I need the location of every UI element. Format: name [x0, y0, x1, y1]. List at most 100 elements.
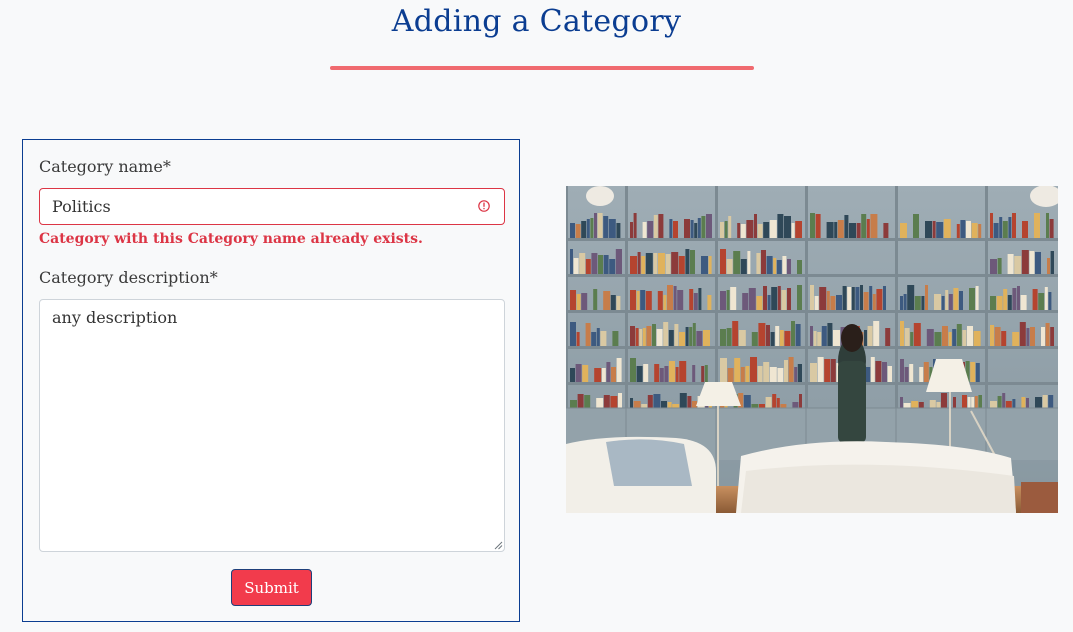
book-spine: [665, 254, 671, 274]
book-spine: [863, 292, 869, 310]
book-spine: [575, 364, 582, 382]
shelf-plank: [896, 346, 986, 349]
book-spine: [851, 287, 855, 310]
book-spine: [640, 290, 646, 310]
book-spine: [647, 221, 654, 238]
book-spine: [570, 223, 575, 238]
shelf-plank: [896, 238, 986, 241]
book-spine: [867, 326, 873, 346]
book-spine: [720, 249, 726, 274]
book-spine: [579, 253, 586, 274]
book-spine: [598, 255, 603, 274]
book-spine: [885, 328, 891, 346]
shelf-plank: [986, 310, 1058, 313]
book-spine: [941, 296, 945, 310]
book-spine: [787, 288, 791, 310]
book-spine: [728, 216, 732, 238]
book-spine: [610, 295, 616, 310]
book-spine: [1017, 286, 1020, 310]
book-spine: [594, 213, 597, 238]
shelf-plank: [566, 310, 626, 313]
category-name-input[interactable]: [39, 188, 505, 225]
book-spine: [826, 291, 830, 310]
book-spine: [1022, 221, 1028, 238]
book-spine: [1041, 327, 1045, 346]
book-spine: [603, 255, 609, 274]
book-spine: [795, 221, 802, 238]
book-spine: [936, 222, 944, 238]
book-spine: [956, 224, 960, 238]
book-spine: [855, 287, 860, 310]
book-spine: [817, 332, 822, 346]
book-spine: [667, 285, 673, 310]
book-spine: [913, 214, 919, 238]
book-spine: [847, 287, 852, 310]
book-spine: [581, 293, 588, 310]
book-spine: [596, 328, 600, 346]
book-spine: [1035, 252, 1041, 274]
book-spine: [970, 362, 976, 382]
book-spine: [971, 223, 978, 238]
book-spine: [675, 367, 679, 382]
category-description-textarea[interactable]: any description: [39, 299, 505, 552]
book-spine: [724, 221, 728, 238]
book-spine: [653, 253, 658, 274]
book-spine: [707, 295, 712, 310]
shelf-post: [895, 186, 898, 408]
book-spine: [921, 296, 925, 310]
book-spine: [689, 289, 694, 310]
book-spine: [900, 359, 904, 382]
book-spine: [973, 331, 981, 346]
book-spine: [570, 368, 575, 382]
library-photo: [566, 186, 1058, 513]
book-spine: [925, 221, 932, 238]
book-spine: [663, 322, 669, 346]
book-spine: [978, 224, 982, 238]
book-spine: [904, 328, 910, 346]
book-spine: [593, 289, 598, 310]
shelf-plank: [566, 274, 626, 277]
book-spine: [726, 259, 733, 274]
book-spine: [645, 291, 652, 310]
book-spine: [570, 249, 573, 274]
book-spine: [720, 291, 726, 310]
book-spine: [606, 362, 611, 382]
book-spine: [690, 250, 695, 274]
book-spine: [869, 286, 873, 310]
book-spine: [887, 366, 892, 382]
book-spine: [720, 358, 727, 382]
book-spine: [754, 214, 757, 238]
shelf-plank: [626, 346, 716, 349]
book-spine: [826, 222, 834, 238]
resize-grip-icon[interactable]: [494, 541, 503, 550]
book-spine: [747, 251, 751, 274]
book-spine: [701, 256, 708, 274]
book-spine: [767, 295, 771, 310]
book-spine: [669, 361, 675, 382]
book-spine: [795, 324, 801, 346]
book-spine: [1001, 331, 1007, 346]
book-spine: [943, 219, 951, 238]
book-spine: [1047, 258, 1050, 274]
book-spine: [815, 214, 821, 238]
shelf-plank: [626, 238, 716, 241]
submit-button[interactable]: Submit: [231, 569, 312, 606]
book-spine: [788, 357, 794, 382]
book-spine: [642, 222, 647, 238]
shelf-post: [715, 186, 718, 408]
book-spine: [1007, 295, 1012, 310]
book-spine: [1026, 328, 1030, 346]
shelf-plank: [806, 310, 896, 313]
book-spine: [763, 286, 767, 310]
book-spine: [827, 323, 833, 346]
book-spine: [734, 358, 741, 382]
book-spine: [870, 214, 878, 238]
book-spine: [948, 332, 952, 346]
book-spine: [758, 323, 766, 346]
book-spine: [763, 222, 770, 238]
book-spine: [923, 362, 929, 382]
book-spine: [616, 223, 621, 238]
book-spine: [630, 256, 637, 274]
book-spine: [777, 286, 781, 310]
book-spine: [900, 321, 904, 346]
